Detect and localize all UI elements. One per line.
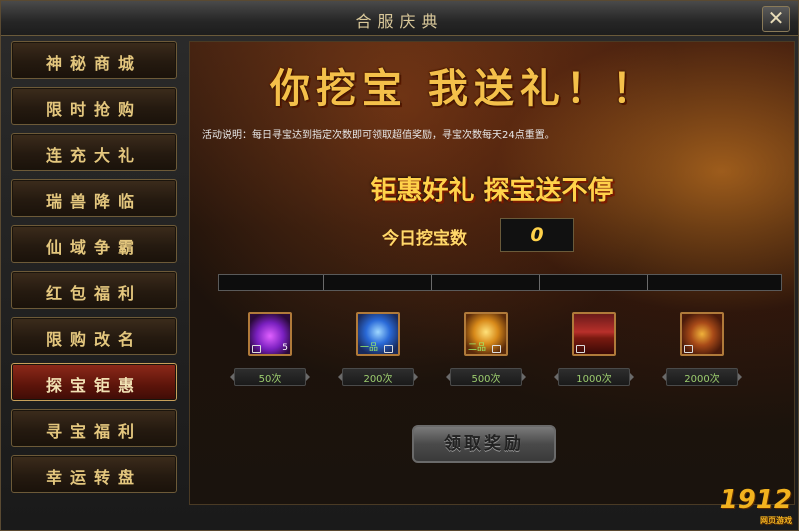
- sidebar-item-lucky-wheel[interactable]: 幸运转盘: [11, 455, 177, 493]
- sidebar-item-treasure-deal[interactable]: 探宝钜惠: [11, 363, 177, 401]
- window-title: 合服庆典: [355, 12, 444, 31]
- reward-threshold: 50次: [230, 368, 310, 386]
- reward-threshold: 500次: [446, 368, 526, 386]
- item-grade: 一品: [360, 343, 379, 353]
- sidebar-item-domain-battle[interactable]: 仙域争霸: [11, 225, 177, 263]
- sidebar-item-label: 神秘商城: [45, 54, 142, 73]
- lock-icon: [252, 345, 261, 353]
- progress-divider: [431, 275, 432, 290]
- event-panel: 你挖宝 我送礼！！ 活动说明：每日寻宝达到指定次数即可领取超值奖励，寻宝次数每天…: [189, 41, 795, 505]
- sidebar-item-label: 限购改名: [45, 330, 142, 349]
- sidebar-item-red-packet[interactable]: 红包福利: [11, 271, 177, 309]
- reward-threshold: 200次: [338, 368, 418, 386]
- sidebar-item-label: 红包福利: [45, 284, 142, 303]
- item-grade: 二品: [468, 343, 487, 353]
- lock-icon: [576, 345, 585, 353]
- lock-icon: [384, 345, 393, 353]
- sidebar-item-label: 寻宝福利: [45, 422, 142, 441]
- gold-orb-icon[interactable]: 二品: [464, 312, 508, 356]
- sidebar-item-treasure-welfare[interactable]: 寻宝福利: [11, 409, 177, 447]
- dig-count-value: 0: [500, 218, 574, 252]
- reward-threshold: 2000次: [662, 368, 742, 386]
- sidebar-item-rename[interactable]: 限购改名: [11, 317, 177, 355]
- blue-crystal-icon[interactable]: 一品: [356, 312, 400, 356]
- sidebar-item-recharge-gift[interactable]: 连充大礼: [11, 133, 177, 171]
- banner-title: 你挖宝 我送礼！！: [270, 65, 658, 112]
- sidebar-item-beast[interactable]: 瑞兽降临: [11, 179, 177, 217]
- sidebar-item-label: 幸运转盘: [45, 468, 142, 487]
- dig-count-label: 今日挖宝数: [382, 229, 467, 249]
- sidebar-item-label: 仙域争霸: [45, 238, 142, 257]
- reward-item[interactable]: 一品 200次: [338, 312, 418, 386]
- progress-divider: [323, 275, 324, 290]
- sidebar-item-label: 连充大礼: [45, 146, 142, 165]
- lock-icon: [684, 345, 693, 353]
- armor-icon[interactable]: [680, 312, 724, 356]
- reward-item[interactable]: 1000次: [554, 312, 634, 386]
- claim-reward-button[interactable]: 领取奖励: [412, 425, 556, 463]
- reward-item[interactable]: 5 50次: [230, 312, 310, 386]
- sidebar-item-mystery-shop[interactable]: 神秘商城: [11, 41, 177, 79]
- sidebar-item-label: 限时抢购: [45, 100, 142, 119]
- sidebar-item-label: 瑞兽降临: [45, 192, 142, 211]
- sidebar: 神秘商城 限时抢购 连充大礼 瑞兽降临 仙域争霸 红包福利 限购改名 探宝钜惠 …: [7, 41, 183, 501]
- reward-item[interactable]: 2000次: [662, 312, 742, 386]
- sidebar-item-flash-sale[interactable]: 限时抢购: [11, 87, 177, 125]
- item-quantity: 5: [282, 343, 288, 353]
- lock-icon: [492, 345, 501, 353]
- reward-threshold: 1000次: [554, 368, 634, 386]
- purple-flame-icon[interactable]: 5: [248, 312, 292, 356]
- close-button[interactable]: ✕: [762, 6, 790, 32]
- event-window: 合服庆典 ✕ 神秘商城 限时抢购 连充大礼 瑞兽降临 仙域争霸 红包福利 限购改…: [0, 0, 799, 531]
- slogan: 钜惠好礼 探宝送不停: [370, 176, 614, 206]
- progress-divider: [647, 275, 648, 290]
- title-bar: 合服庆典 ✕: [1, 1, 798, 36]
- reward-item[interactable]: 二品 500次: [446, 312, 526, 386]
- progress-divider: [539, 275, 540, 290]
- progress-bar: [218, 274, 782, 291]
- site-logo: 1912 网页游戏: [719, 485, 792, 525]
- sidebar-item-label: 探宝钜惠: [45, 376, 142, 395]
- event-description: 活动说明：每日寻宝达到指定次数即可领取超值奖励，寻宝次数每天24点重置。: [202, 130, 555, 141]
- treasure-chest-icon[interactable]: [572, 312, 616, 356]
